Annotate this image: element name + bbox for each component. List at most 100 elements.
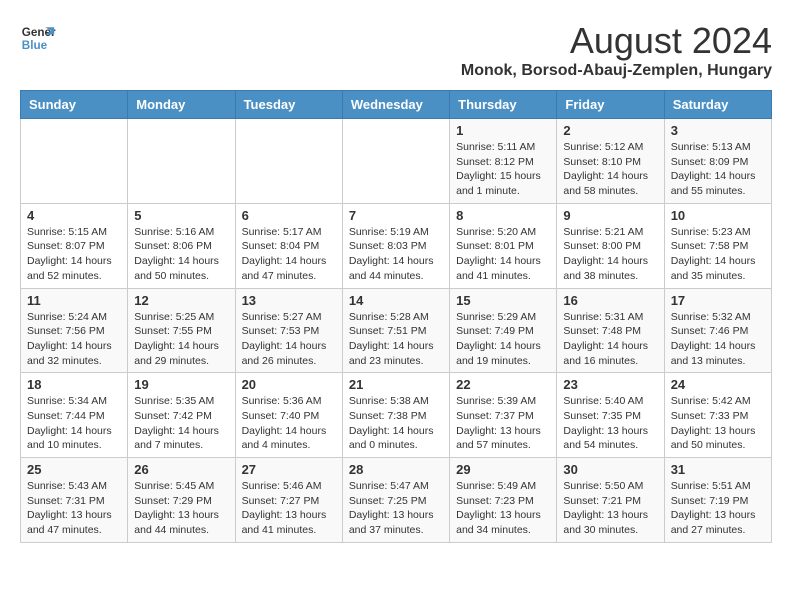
- calendar-cell: 28 Sunrise: 5:47 AM Sunset: 7:25 PM Dayli…: [342, 458, 449, 543]
- day-number: 28: [349, 462, 443, 477]
- calendar-cell: 21 Sunrise: 5:38 AM Sunset: 7:38 PM Dayli…: [342, 373, 449, 458]
- day-info: Sunrise: 5:38 AM Sunset: 7:38 PM Dayligh…: [349, 394, 443, 453]
- calendar-cell: 9 Sunrise: 5:21 AM Sunset: 8:00 PM Daylig…: [557, 203, 664, 288]
- calendar-cell: 5 Sunrise: 5:16 AM Sunset: 8:06 PM Daylig…: [128, 203, 235, 288]
- day-info: Sunrise: 5:45 AM Sunset: 7:29 PM Dayligh…: [134, 479, 228, 538]
- calendar-week-4: 18Sunrise: 5:34 AM Sunset: 7:44 PM Dayli…: [21, 373, 772, 458]
- day-info: Sunrise: 5:50 AM Sunset: 7:21 PM Dayligh…: [563, 479, 657, 538]
- col-friday: Friday: [557, 91, 664, 119]
- calendar-cell: 16Sunrise: 5:31 AM Sunset: 7:48 PM Dayli…: [557, 288, 664, 373]
- calendar-cell: 18Sunrise: 5:34 AM Sunset: 7:44 PM Dayli…: [21, 373, 128, 458]
- calendar-cell: 29 Sunrise: 5:49 AM Sunset: 7:23 PM Dayli…: [450, 458, 557, 543]
- day-info: Sunrise: 5:51 AM Sunset: 7:19 PM Dayligh…: [671, 479, 765, 538]
- day-number: 9: [563, 208, 657, 223]
- col-sunday: Sunday: [21, 91, 128, 119]
- calendar-cell: 6 Sunrise: 5:17 AM Sunset: 8:04 PM Daylig…: [235, 203, 342, 288]
- day-info: Sunrise: 5:43 AM Sunset: 7:31 PM Dayligh…: [27, 479, 121, 538]
- day-number: 15: [456, 293, 550, 308]
- calendar-header-row: Sunday Monday Tuesday Wednesday Thursday…: [21, 91, 772, 119]
- calendar-table: Sunday Monday Tuesday Wednesday Thursday…: [20, 90, 772, 543]
- calendar-cell: 12 Sunrise: 5:25 AM Sunset: 7:55 PM Dayli…: [128, 288, 235, 373]
- calendar-cell: [21, 119, 128, 204]
- calendar-cell: 14 Sunrise: 5:28 AM Sunset: 7:51 PM Dayli…: [342, 288, 449, 373]
- day-info: Sunrise: 5:23 AM Sunset: 7:58 PM Dayligh…: [671, 225, 765, 284]
- calendar-cell: 24 Sunrise: 5:42 AM Sunset: 7:33 PM Dayli…: [664, 373, 771, 458]
- col-thursday: Thursday: [450, 91, 557, 119]
- day-info: Sunrise: 5:34 AM Sunset: 7:44 PM Dayligh…: [27, 394, 121, 453]
- main-title: August 2024: [461, 20, 772, 62]
- day-number: 27: [242, 462, 336, 477]
- day-number: 23: [563, 377, 657, 392]
- calendar-cell: 17Sunrise: 5:32 AM Sunset: 7:46 PM Dayli…: [664, 288, 771, 373]
- day-info: Sunrise: 5:27 AM Sunset: 7:53 PM Dayligh…: [242, 310, 336, 369]
- day-number: 25: [27, 462, 121, 477]
- day-number: 10: [671, 208, 765, 223]
- day-number: 13: [242, 293, 336, 308]
- day-info: Sunrise: 5:21 AM Sunset: 8:00 PM Dayligh…: [563, 225, 657, 284]
- day-number: 2: [563, 123, 657, 138]
- page-header: General Blue August 2024 Monok, Borsod-A…: [20, 20, 772, 80]
- calendar-cell: 22 Sunrise: 5:39 AM Sunset: 7:37 PM Dayli…: [450, 373, 557, 458]
- title-block: August 2024 Monok, Borsod-Abauj-Zemplen,…: [461, 20, 772, 80]
- day-number: 6: [242, 208, 336, 223]
- day-number: 24: [671, 377, 765, 392]
- calendar-cell: 23 Sunrise: 5:40 AM Sunset: 7:35 PM Dayli…: [557, 373, 664, 458]
- calendar-cell: [128, 119, 235, 204]
- day-number: 21: [349, 377, 443, 392]
- day-number: 30: [563, 462, 657, 477]
- day-number: 1: [456, 123, 550, 138]
- day-number: 14: [349, 293, 443, 308]
- calendar-cell: 31Sunrise: 5:51 AM Sunset: 7:19 PM Dayli…: [664, 458, 771, 543]
- day-number: 4: [27, 208, 121, 223]
- calendar-cell: 8 Sunrise: 5:20 AM Sunset: 8:01 PM Daylig…: [450, 203, 557, 288]
- calendar-cell: 25 Sunrise: 5:43 AM Sunset: 7:31 PM Dayli…: [21, 458, 128, 543]
- calendar-cell: 30 Sunrise: 5:50 AM Sunset: 7:21 PM Dayli…: [557, 458, 664, 543]
- day-number: 22: [456, 377, 550, 392]
- day-info: Sunrise: 5:39 AM Sunset: 7:37 PM Dayligh…: [456, 394, 550, 453]
- day-info: Sunrise: 5:42 AM Sunset: 7:33 PM Dayligh…: [671, 394, 765, 453]
- day-info: Sunrise: 5:24 AM Sunset: 7:56 PM Dayligh…: [27, 310, 121, 369]
- col-wednesday: Wednesday: [342, 91, 449, 119]
- day-number: 11: [27, 293, 121, 308]
- day-number: 7: [349, 208, 443, 223]
- calendar-cell: 13 Sunrise: 5:27 AM Sunset: 7:53 PM Dayli…: [235, 288, 342, 373]
- day-info: Sunrise: 5:46 AM Sunset: 7:27 PM Dayligh…: [242, 479, 336, 538]
- calendar-week-2: 4 Sunrise: 5:15 AM Sunset: 8:07 PM Daylig…: [21, 203, 772, 288]
- day-info: Sunrise: 5:15 AM Sunset: 8:07 PM Dayligh…: [27, 225, 121, 284]
- day-info: Sunrise: 5:12 AM Sunset: 8:10 PM Dayligh…: [563, 140, 657, 199]
- day-info: Sunrise: 5:13 AM Sunset: 8:09 PM Dayligh…: [671, 140, 765, 199]
- calendar-cell: 4 Sunrise: 5:15 AM Sunset: 8:07 PM Daylig…: [21, 203, 128, 288]
- svg-text:Blue: Blue: [22, 39, 48, 52]
- day-number: 29: [456, 462, 550, 477]
- calendar-cell: 27 Sunrise: 5:46 AM Sunset: 7:27 PM Dayli…: [235, 458, 342, 543]
- day-info: Sunrise: 5:28 AM Sunset: 7:51 PM Dayligh…: [349, 310, 443, 369]
- calendar-cell: 3 Sunrise: 5:13 AM Sunset: 8:09 PM Daylig…: [664, 119, 771, 204]
- calendar-week-5: 25 Sunrise: 5:43 AM Sunset: 7:31 PM Dayli…: [21, 458, 772, 543]
- col-tuesday: Tuesday: [235, 91, 342, 119]
- calendar-cell: 10 Sunrise: 5:23 AM Sunset: 7:58 PM Dayli…: [664, 203, 771, 288]
- col-saturday: Saturday: [664, 91, 771, 119]
- day-info: Sunrise: 5:17 AM Sunset: 8:04 PM Dayligh…: [242, 225, 336, 284]
- day-info: Sunrise: 5:32 AM Sunset: 7:46 PM Dayligh…: [671, 310, 765, 369]
- day-info: Sunrise: 5:40 AM Sunset: 7:35 PM Dayligh…: [563, 394, 657, 453]
- calendar-cell: [342, 119, 449, 204]
- day-number: 3: [671, 123, 765, 138]
- calendar-cell: 15 Sunrise: 5:29 AM Sunset: 7:49 PM Dayli…: [450, 288, 557, 373]
- calendar-cell: 20Sunrise: 5:36 AM Sunset: 7:40 PM Dayli…: [235, 373, 342, 458]
- day-info: Sunrise: 5:49 AM Sunset: 7:23 PM Dayligh…: [456, 479, 550, 538]
- calendar-cell: 7Sunrise: 5:19 AM Sunset: 8:03 PM Daylig…: [342, 203, 449, 288]
- day-number: 8: [456, 208, 550, 223]
- day-number: 5: [134, 208, 228, 223]
- day-number: 26: [134, 462, 228, 477]
- day-info: Sunrise: 5:36 AM Sunset: 7:40 PM Dayligh…: [242, 394, 336, 453]
- day-info: Sunrise: 5:29 AM Sunset: 7:49 PM Dayligh…: [456, 310, 550, 369]
- day-info: Sunrise: 5:25 AM Sunset: 7:55 PM Dayligh…: [134, 310, 228, 369]
- day-info: Sunrise: 5:16 AM Sunset: 8:06 PM Dayligh…: [134, 225, 228, 284]
- day-info: Sunrise: 5:31 AM Sunset: 7:48 PM Dayligh…: [563, 310, 657, 369]
- calendar-cell: 2 Sunrise: 5:12 AM Sunset: 8:10 PM Daylig…: [557, 119, 664, 204]
- day-info: Sunrise: 5:47 AM Sunset: 7:25 PM Dayligh…: [349, 479, 443, 538]
- day-info: Sunrise: 5:20 AM Sunset: 8:01 PM Dayligh…: [456, 225, 550, 284]
- calendar-cell: 26 Sunrise: 5:45 AM Sunset: 7:29 PM Dayli…: [128, 458, 235, 543]
- logo-icon: General Blue: [20, 20, 56, 56]
- day-number: 12: [134, 293, 228, 308]
